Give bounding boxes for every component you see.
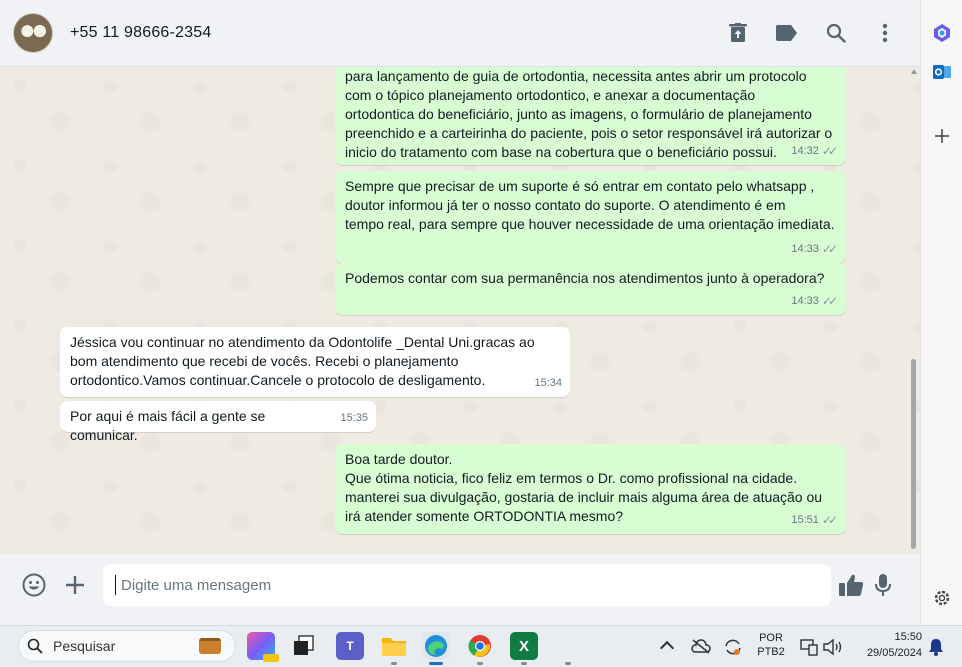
running-indicator: [521, 662, 527, 665]
browser-sidebar: [920, 0, 962, 625]
message-text: Sempre que precisar de um suporte é só e…: [345, 178, 835, 232]
running-indicator: [391, 662, 397, 665]
language-label: POR: [759, 632, 783, 644]
volume-icon[interactable]: [823, 638, 843, 661]
add-sidebar-app-icon[interactable]: [930, 124, 954, 148]
label-icon[interactable]: [774, 20, 800, 46]
sidebar-settings-gear-icon[interactable]: [930, 586, 954, 610]
copilot-icon[interactable]: [930, 21, 954, 45]
message-outgoing[interactable]: Boa tarde doutor. Que ótima noticia, fic…: [335, 444, 846, 534]
message-meta: 15:51 ✓✓: [791, 511, 838, 530]
keyboard-layout-label: PTB2: [757, 646, 785, 658]
message-composer: [0, 554, 920, 616]
message-outgoing[interactable]: Podemos contar com sua permanência nos a…: [335, 263, 846, 315]
attach-plus-icon[interactable]: [60, 570, 90, 600]
microphone-icon[interactable]: [868, 570, 898, 600]
message-text: Por aqui é mais fácil a gente se comunic…: [70, 408, 270, 443]
chat-header: +55 11 98666-2354: [0, 0, 920, 67]
double-check-icon: ✓✓: [821, 513, 838, 527]
message-time: 15:35: [340, 412, 368, 424]
chat-scrollbar[interactable]: [911, 67, 917, 554]
message-meta: 14:33 ✓✓: [791, 292, 838, 311]
task-view-icon[interactable]: [290, 632, 318, 660]
thumbs-up-icon[interactable]: [836, 570, 866, 600]
message-incoming[interactable]: Jéssica vou continuar no atendimento da …: [60, 327, 570, 397]
clock-time: 15:50: [894, 631, 922, 643]
outlook-icon[interactable]: [930, 60, 954, 84]
message-text: para lançamento de guia de ortodontia, n…: [345, 68, 833, 160]
message-meta: 15:35: [340, 409, 368, 428]
emoji-icon[interactable]: [19, 570, 49, 600]
search-icon[interactable]: [823, 20, 849, 46]
double-check-icon: ✓✓: [821, 294, 838, 308]
sync-update-icon[interactable]: [723, 637, 743, 662]
file-explorer-icon[interactable]: [380, 632, 408, 660]
message-outgoing[interactable]: para lançamento de guia de ortodontia, n…: [335, 67, 846, 165]
chrome-icon[interactable]: [466, 632, 494, 660]
chat-messages-pane[interactable]: para lançamento de guia de ortodontia, n…: [0, 67, 920, 554]
running-indicator: [477, 662, 483, 665]
message-outgoing[interactable]: Sempre que precisar de um suporte é só e…: [335, 171, 846, 263]
double-check-icon: ✓✓: [821, 242, 838, 256]
contact-avatar[interactable]: [13, 13, 53, 53]
message-input-box[interactable]: [103, 564, 831, 606]
clock-date: 29/05/2024: [866, 647, 922, 659]
contact-name[interactable]: +55 11 98666-2354: [70, 24, 211, 42]
scroll-thumb[interactable]: [911, 359, 916, 549]
message-text: Boa tarde doutor. Que ótima noticia, fic…: [345, 451, 823, 524]
preview-badge-icon: [263, 654, 279, 662]
edge-icon[interactable]: [422, 632, 450, 660]
excel-icon[interactable]: X: [510, 632, 538, 660]
message-time: 14:33: [791, 295, 819, 307]
scroll-up-arrow-icon[interactable]: [911, 69, 917, 74]
message-time: 14:33: [791, 243, 819, 255]
windows-taskbar: Pesquisar T X POR PTB2 15:50 29/05/2024: [0, 625, 962, 667]
search-icon: [27, 638, 43, 654]
message-meta: 14:32 ✓✓: [791, 142, 838, 161]
excel-icon-letter: X: [518, 637, 529, 655]
running-indicator: [565, 662, 571, 665]
input-language[interactable]: POR PTB2: [756, 631, 786, 659]
message-text: Jéssica vou continuar no atendimento da …: [70, 334, 535, 388]
text-caret: [115, 575, 116, 595]
taskbar-clock[interactable]: 15:50 29/05/2024: [852, 630, 922, 660]
header-actions: [725, 20, 898, 46]
more-options-icon[interactable]: [872, 20, 898, 46]
network-icon[interactable]: [800, 638, 818, 661]
message-incoming[interactable]: Por aqui é mais fácil a gente se comunic…: [60, 401, 376, 443]
message-input[interactable]: [121, 576, 831, 594]
taskbar-search[interactable]: Pesquisar: [18, 630, 236, 662]
message-time: 15:34: [534, 377, 562, 389]
message-meta: 14:33 ✓✓: [791, 240, 838, 259]
taskbar-search-label: Pesquisar: [53, 638, 116, 654]
onedrive-icon[interactable]: [691, 638, 711, 659]
running-indicator: [429, 662, 443, 665]
message-meta: 15:34: [534, 374, 562, 393]
archive-icon[interactable]: [725, 20, 751, 46]
briefcase-icon: [199, 638, 221, 654]
message-text: Podemos contar com sua permanência nos a…: [345, 270, 825, 286]
copilot-taskbar-icon[interactable]: [247, 632, 279, 662]
double-check-icon: ✓✓: [821, 144, 838, 158]
message-time: 14:32: [791, 145, 819, 157]
message-time: 15:51: [791, 514, 819, 526]
notification-bell-icon[interactable]: [928, 638, 944, 661]
show-hidden-icons-chevron-icon[interactable]: [659, 640, 675, 656]
teams-icon[interactable]: T: [336, 632, 364, 660]
